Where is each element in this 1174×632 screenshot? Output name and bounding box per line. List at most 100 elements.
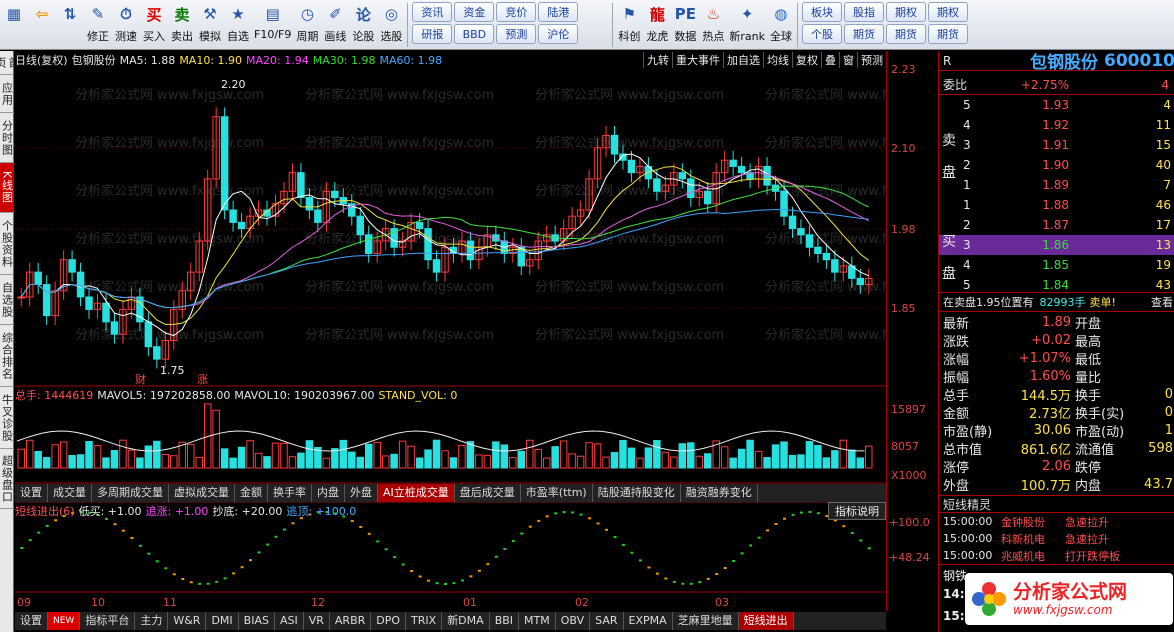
indicator-tab-0[interactable]: 设置: [15, 612, 48, 630]
toolbar-pill-pills_bottom-2[interactable]: 预測: [496, 24, 537, 44]
left-nav-tab-4[interactable]: 个股资料: [0, 213, 14, 275]
tb1-button-8[interactable]: ★ 自选: [224, 0, 252, 48]
indicator-tab-16[interactable]: SAR: [590, 612, 624, 630]
toolbar-pill-pills_top-3[interactable]: 陆港: [538, 2, 579, 22]
header-tab-6[interactable]: 窗: [839, 52, 857, 68]
indicator-tab-12[interactable]: 新DMA: [442, 612, 490, 630]
volume-tick: 8057: [891, 440, 919, 453]
toolbar-pill-pills_bottom-1[interactable]: BBD: [454, 24, 495, 44]
indicator-tab-10[interactable]: DPO: [371, 612, 407, 630]
left-nav-tab-0[interactable]: 首页: [0, 51, 20, 75]
volume-tab-0[interactable]: 设置: [15, 484, 48, 502]
toolbar-pill-pills2_top-3[interactable]: 期权: [927, 2, 968, 22]
header-tab-3[interactable]: 均线: [763, 52, 792, 68]
chart-svg[interactable]: 分析家公式网 www.fxjgsw.com 分析家公式网 www.fxjgsw.c…: [15, 51, 886, 632]
marker-zhang[interactable]: 涨: [197, 373, 208, 386]
indicator-tab-15[interactable]: OBV: [556, 612, 591, 630]
period-label[interactable]: 日线(复权): [15, 52, 68, 68]
volume-tab-7[interactable]: 外盘: [345, 484, 378, 502]
header-tab-5[interactable]: 叠: [821, 52, 839, 68]
volume-bar: [754, 450, 763, 469]
indicator-tab-9[interactable]: ARBR: [330, 612, 372, 630]
indicator-tab-2[interactable]: 指标平台: [80, 612, 136, 630]
toolbar-pill-pills_top-0[interactable]: 资讯: [412, 2, 453, 22]
order-note-link[interactable]: 查看: [1151, 294, 1174, 310]
header-tab-1[interactable]: 重大事件: [672, 52, 723, 68]
header-tab-4[interactable]: 复权: [792, 52, 821, 68]
tb2-button-2[interactable]: PE 数据: [671, 0, 699, 48]
sell-order-row: 2 1.90 40: [939, 155, 1174, 175]
indicator-help-button[interactable]: 指标说明: [828, 502, 886, 520]
header-tab-2[interactable]: 加自选: [723, 52, 763, 68]
indicator-tab-7[interactable]: ASI: [275, 612, 304, 630]
indicator-tab-4[interactable]: W&R: [168, 612, 207, 630]
tb1-button-12[interactable]: 论论股: [349, 0, 377, 48]
toolbar-pill-pills2_top-0[interactable]: 板块: [801, 2, 842, 22]
left-nav-tab-1[interactable]: 应用: [0, 75, 14, 113]
toolbar-pill-pills_bottom-3[interactable]: 沪伦: [538, 24, 579, 44]
tb2-button-5[interactable]: ◍ 全球: [767, 0, 795, 48]
tb1-button-0[interactable]: ▦: [0, 0, 28, 48]
header-tab-0[interactable]: 九转: [643, 52, 672, 68]
tb2-button-1[interactable]: 龍龙虎: [643, 0, 671, 48]
kline-chart-area[interactable]: 分析家公式网 www.fxjgsw.com 分析家公式网 www.fxjgsw.c…: [15, 51, 886, 632]
toolbar-pill-pills2_bottom-0[interactable]: 个股: [801, 24, 842, 44]
indicator-tab-1[interactable]: NEW: [48, 612, 81, 630]
left-nav-tab-3[interactable]: K线图: [0, 163, 14, 213]
volume-tab-3[interactable]: 虚拟成交量: [169, 484, 235, 502]
toolbar-pill-pills2_bottom-3[interactable]: 期货: [927, 24, 968, 44]
tb2-button-0[interactable]: ⚑ 科创: [615, 0, 643, 48]
volume-tab-2[interactable]: 多周期成交量: [92, 484, 169, 502]
indicator-tab-19[interactable]: 短线进出: [738, 612, 794, 630]
volume-tab-8[interactable]: AI立桩成交量: [378, 484, 455, 502]
tb1-button-1[interactable]: ⇦: [28, 0, 56, 48]
tb2-button-4[interactable]: ✦ 新rank: [727, 0, 767, 48]
volume-tab-5[interactable]: 换手率: [268, 484, 312, 502]
indicator-tab-6[interactable]: BIAS: [239, 612, 275, 630]
volume-tab-1[interactable]: 成交量: [48, 484, 92, 502]
tb1-button-3[interactable]: ✎ 修正: [84, 0, 112, 48]
marker-cai[interactable]: 财: [135, 372, 146, 386]
toolbar-pill-pills_bottom-0[interactable]: 研报: [412, 24, 453, 44]
indicator-tab-14[interactable]: MTM: [519, 612, 556, 630]
indicator-tab-5[interactable]: DMI: [206, 612, 239, 630]
indicator-tab-18[interactable]: 芝麻里地量: [673, 612, 739, 630]
volume-tab-9[interactable]: 盘后成交量: [455, 484, 521, 502]
tb2-button-3[interactable]: ♨ 热点: [699, 0, 727, 48]
elf-row[interactable]: 15:00:00 金钟股份 急速拉升: [939, 513, 1174, 530]
elf-row[interactable]: 15:00:00 科新机电 急速拉升: [939, 530, 1174, 547]
volume-tab-11[interactable]: 陆股通持股变化: [593, 484, 681, 502]
tb1-button-13[interactable]: ◎ 选股: [377, 0, 405, 48]
left-nav-tab-2[interactable]: 分时图: [0, 113, 14, 163]
volume-tab-6[interactable]: 内盘: [312, 484, 345, 502]
tb1-button-5[interactable]: 买买入: [140, 0, 168, 48]
volume-tab-12[interactable]: 融资融券变化: [681, 484, 758, 502]
left-nav-tab-7[interactable]: 牛叉诊股: [0, 387, 14, 449]
indicator-tab-8[interactable]: VR: [304, 612, 330, 630]
toolbar-pill-pills2_top-2[interactable]: 期权: [885, 2, 926, 22]
tb1-button-6[interactable]: 卖卖出: [168, 0, 196, 48]
volume-tab-4[interactable]: 金额: [235, 484, 268, 502]
volume-tab-10[interactable]: 市盈率(ttm): [521, 484, 593, 502]
left-nav-tab-5[interactable]: 自选股: [0, 275, 14, 325]
tb1-button-9[interactable]: ▤ F10/F9: [252, 0, 293, 48]
toolbar-pill-pills_top-1[interactable]: 资金: [454, 2, 495, 22]
indicator-tab-13[interactable]: BBI: [490, 612, 520, 630]
tb1-button-10[interactable]: ◷ 周期: [293, 0, 321, 48]
toolbar-pill-pills2_top-1[interactable]: 股指: [843, 2, 884, 22]
order-note[interactable]: 在卖盘1.95位置有 82993手 卖单! 查看: [939, 292, 1174, 312]
tb1-button-11[interactable]: ✐ 画线: [321, 0, 349, 48]
tb1-button-7[interactable]: ⚒ 模拟: [196, 0, 224, 48]
left-nav-tab-6[interactable]: 综合排名: [0, 325, 14, 387]
toolbar-pill-pills2_bottom-2[interactable]: 期货: [885, 24, 926, 44]
indicator-tab-17[interactable]: EXPMA: [624, 612, 673, 630]
toolbar-pill-pills2_bottom-1[interactable]: 期货: [843, 24, 884, 44]
tb1-button-4[interactable]: ⏱ 测速: [112, 0, 140, 48]
toolbar-pill-pills_top-2[interactable]: 竞价: [496, 2, 537, 22]
header-tab-7[interactable]: 预测: [857, 52, 886, 68]
indicator-tab-11[interactable]: TRIX: [406, 612, 443, 630]
indicator-tab-3[interactable]: 主力: [135, 612, 169, 630]
left-nav-tab-8[interactable]: 超级盘口: [0, 449, 14, 509]
tb1-button-2[interactable]: ⇅: [56, 0, 84, 48]
elf-row[interactable]: 15:00:00 兆威机电 打开跌停板: [939, 547, 1174, 564]
